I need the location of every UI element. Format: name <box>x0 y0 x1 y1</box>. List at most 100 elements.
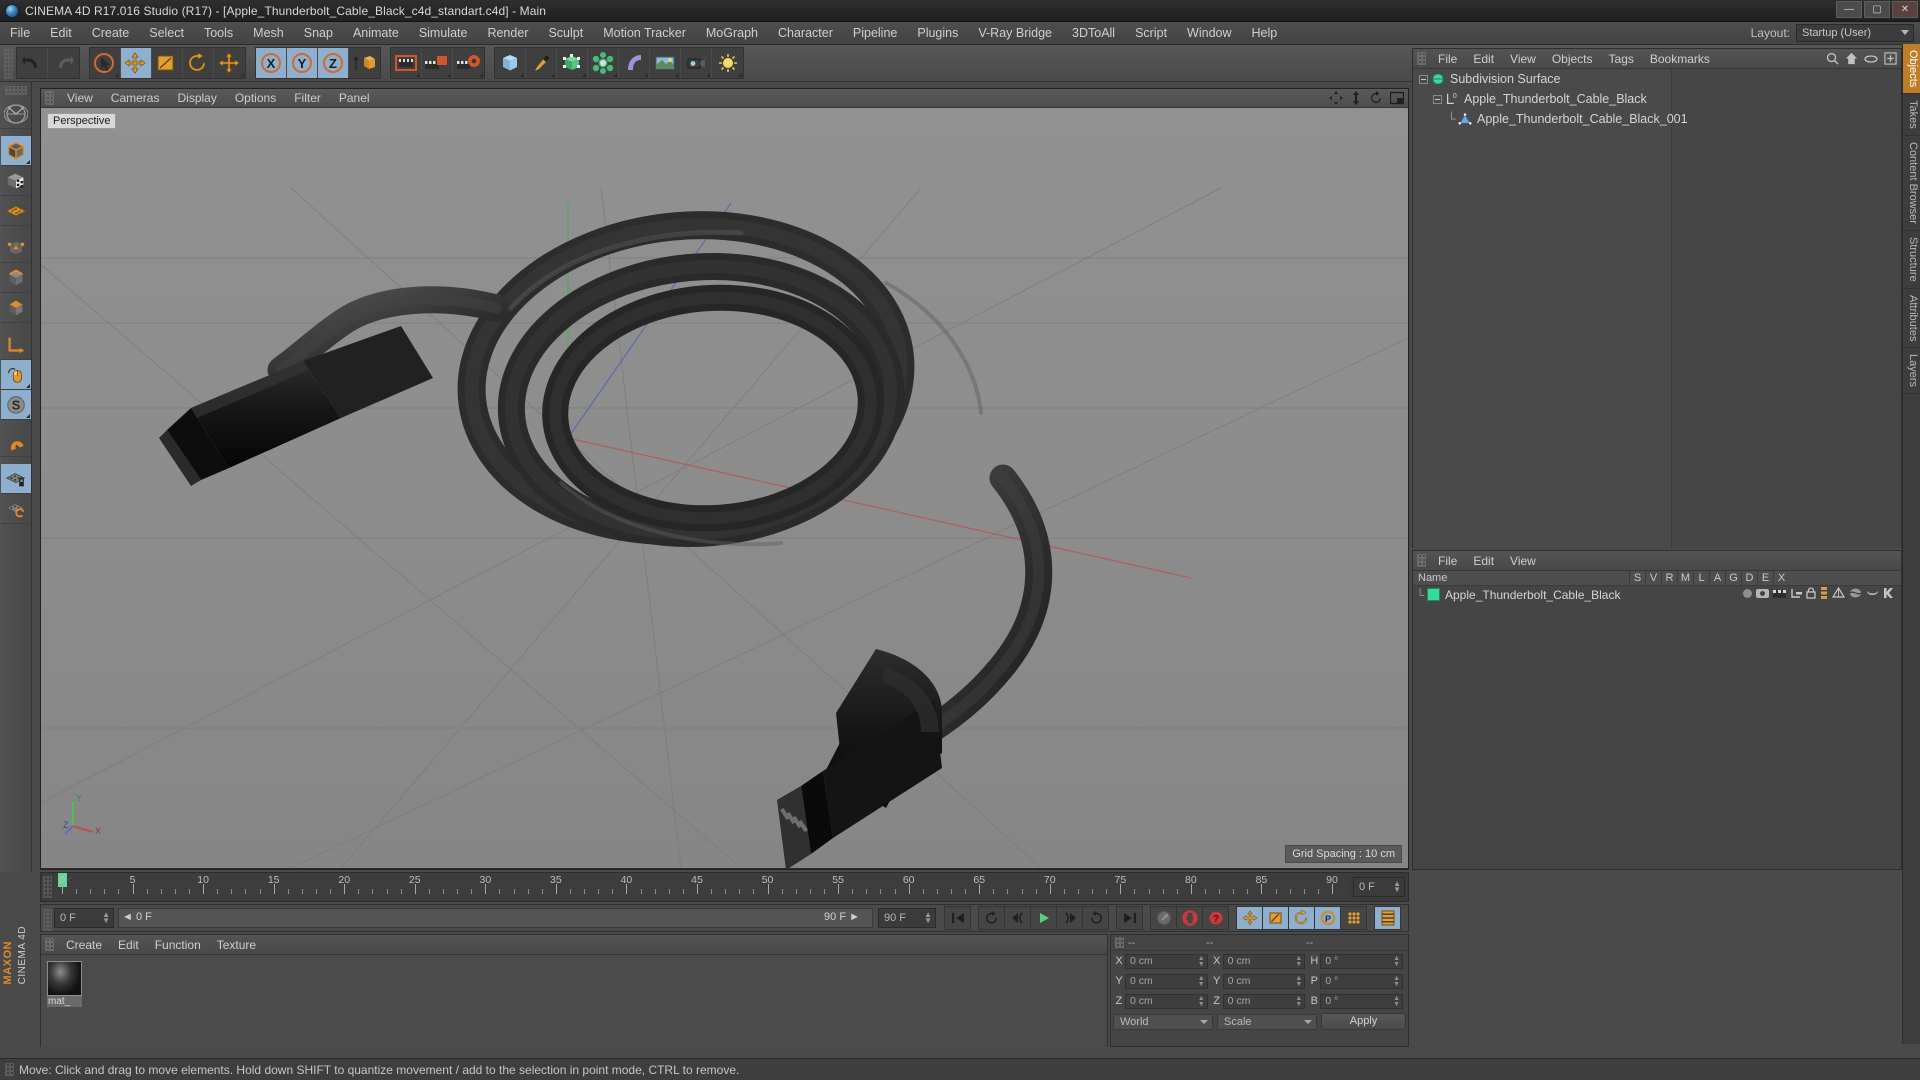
magnet-tool-icon[interactable] <box>0 427 31 457</box>
viewport-solo-icon[interactable] <box>0 360 31 390</box>
layer-row[interactable]: └ Apple_Thunderbolt_Cable_Black <box>1413 586 1901 603</box>
layer-color-chip[interactable] <box>1427 588 1440 601</box>
polygon-mode-icon[interactable] <box>0 293 31 323</box>
prev-frame-icon[interactable] <box>1004 906 1031 930</box>
coord-input-position-z[interactable]: 0 cm ▲ ▼ <box>1125 993 1208 1009</box>
mm-menu-edit[interactable]: Edit <box>110 935 147 955</box>
menu-item-plugins[interactable]: Plugins <box>907 22 968 45</box>
viewport-menu-view[interactable]: View <box>58 89 102 108</box>
lock-workplane-icon[interactable] <box>0 464 31 494</box>
render-settings-icon[interactable] <box>453 48 484 78</box>
stepper-icon[interactable]: ▲ ▼ <box>924 911 932 925</box>
frame-end-field[interactable]: 90 F ▲ ▼ <box>878 908 936 928</box>
am-menu-view[interactable]: View <box>1502 551 1544 571</box>
menu-item-script[interactable]: Script <box>1125 22 1177 45</box>
dock-tab-objects[interactable]: Objects <box>1903 44 1920 95</box>
camera-icon[interactable] <box>681 48 712 78</box>
select-live-icon[interactable] <box>90 48 121 78</box>
timeline-toggle-icon[interactable] <box>1374 906 1401 930</box>
autokey-icon[interactable] <box>1150 906 1177 930</box>
material-manager-grip[interactable] <box>45 938 54 951</box>
redo-icon[interactable] <box>48 48 79 78</box>
coord-input-size-x[interactable]: 0 cm ▲ ▼ <box>1222 953 1306 969</box>
menu-item-pipeline[interactable]: Pipeline <box>843 22 907 45</box>
frame-start-field[interactable]: 0 F ▲ ▼ <box>54 908 114 928</box>
menu-item-render[interactable]: Render <box>477 22 538 45</box>
render-to-picture-viewer-icon[interactable] <box>422 48 453 78</box>
attribute-manager-grip[interactable] <box>1417 554 1426 567</box>
planar-workplane-icon[interactable] <box>0 494 31 524</box>
move-icon[interactable] <box>121 48 152 78</box>
menu-item-motion-tracker[interactable]: Motion Tracker <box>593 22 696 45</box>
material-item[interactable]: mat_ <box>47 961 82 1007</box>
model-mode-icon[interactable] <box>0 136 31 166</box>
menu-item-snap[interactable]: Snap <box>294 22 343 45</box>
generator-flag-icon[interactable] <box>1832 587 1845 599</box>
point-level-anim-icon[interactable] <box>1340 906 1367 930</box>
play-icon[interactable] <box>1030 906 1057 930</box>
menu-item-sculpt[interactable]: Sculpt <box>538 22 593 45</box>
axis-modify-icon[interactable] <box>0 330 31 360</box>
environment-icon[interactable] <box>650 48 681 78</box>
grid-plane-icon[interactable] <box>0 196 31 226</box>
xref-flag-icon[interactable] <box>1883 587 1895 599</box>
preview-range-bar[interactable]: ◄ 0 F 90 F ► <box>118 908 873 928</box>
mm-menu-create[interactable]: Create <box>58 935 110 955</box>
viewport-menu-display[interactable]: Display <box>168 89 225 108</box>
home-icon[interactable] <box>1845 52 1858 65</box>
axis-y-icon[interactable]: Y <box>287 48 318 78</box>
om-menu-tags[interactable]: Tags <box>1601 49 1642 69</box>
apply-button[interactable]: Apply <box>1321 1013 1406 1030</box>
dock-tab-layers[interactable]: Layers <box>1903 348 1920 395</box>
stepper-icon[interactable]: ▲ ▼ <box>102 911 110 925</box>
menu-item-create[interactable]: Create <box>82 22 140 45</box>
column-x[interactable]: X <box>1773 571 1789 586</box>
object-row-cable-black[interactable]: 0 Apple_Thunderbolt_Cable_Black <box>1413 89 1901 109</box>
coord-input-rotation-p[interactable]: 0 ° ▲ ▼ <box>1320 973 1404 989</box>
parameter-key-icon[interactable]: P <box>1314 906 1341 930</box>
make-editable-icon[interactable] <box>0 99 31 129</box>
prev-keyframe-icon[interactable] <box>978 906 1005 930</box>
deformer-flag-icon[interactable] <box>1849 587 1862 599</box>
status-bar-grip[interactable] <box>5 1063 14 1076</box>
left-toolbar-grip[interactable] <box>4 86 27 95</box>
goto-end-icon[interactable] <box>1116 906 1143 930</box>
viewport-menu-panel[interactable]: Panel <box>330 89 379 108</box>
object-row-cable-black-001[interactable]: └ Apple_Thunderbolt_Cable_Black_001 <box>1413 109 1901 129</box>
scale-icon[interactable] <box>152 48 183 78</box>
goto-start-icon[interactable] <box>944 906 971 930</box>
manager-flag-icon[interactable] <box>1790 588 1802 599</box>
menu-item-file[interactable]: File <box>0 22 40 45</box>
viewport-menu-cameras[interactable]: Cameras <box>102 89 169 108</box>
stepper-icon[interactable]: ▲ ▼ <box>1295 975 1302 988</box>
bend-deformer-icon[interactable] <box>619 48 650 78</box>
menu-item-select[interactable]: Select <box>139 22 194 45</box>
menu-item-mograph[interactable]: MoGraph <box>696 22 768 45</box>
render-view-icon[interactable] <box>391 48 422 78</box>
coord-input-rotation-b[interactable]: 0 ° ▲ ▼ <box>1320 993 1404 1009</box>
cube-primitive-icon[interactable] <box>495 48 526 78</box>
rotate-icon[interactable] <box>183 48 214 78</box>
next-frame-icon[interactable] <box>1056 906 1083 930</box>
dolly-view-icon[interactable] <box>1350 91 1362 105</box>
mm-menu-texture[interactable]: Texture <box>209 935 264 955</box>
menu-item-animate[interactable]: Animate <box>343 22 409 45</box>
coordinate-mode-dropdown[interactable]: Scale <box>1217 1013 1317 1030</box>
world-object-axis-icon[interactable] <box>349 48 380 78</box>
viewport-menu-grip[interactable] <box>45 91 54 105</box>
column-d[interactable]: D <box>1741 571 1757 586</box>
expander-icon[interactable] <box>1433 94 1442 104</box>
visible-flag-icon[interactable] <box>1756 588 1769 599</box>
menu-item-help[interactable]: Help <box>1242 22 1288 45</box>
minimize-button[interactable]: — <box>1836 1 1862 18</box>
column-m[interactable]: M <box>1677 571 1693 586</box>
object-manager-grip[interactable] <box>1417 52 1426 65</box>
keyframe-selection-icon[interactable]: ? <box>1202 906 1229 930</box>
maximize-button[interactable]: ▢ <box>1864 1 1890 18</box>
toolbar-grip[interactable] <box>4 47 13 79</box>
menu-item-edit[interactable]: Edit <box>40 22 82 45</box>
stepper-icon[interactable]: ▲ ▼ <box>1393 995 1400 1008</box>
object-row-subdivision-surface[interactable]: Subdivision Surface ✔ <box>1413 69 1901 89</box>
solo-flag-icon[interactable] <box>1743 588 1752 598</box>
position-key-icon[interactable] <box>1236 906 1263 930</box>
